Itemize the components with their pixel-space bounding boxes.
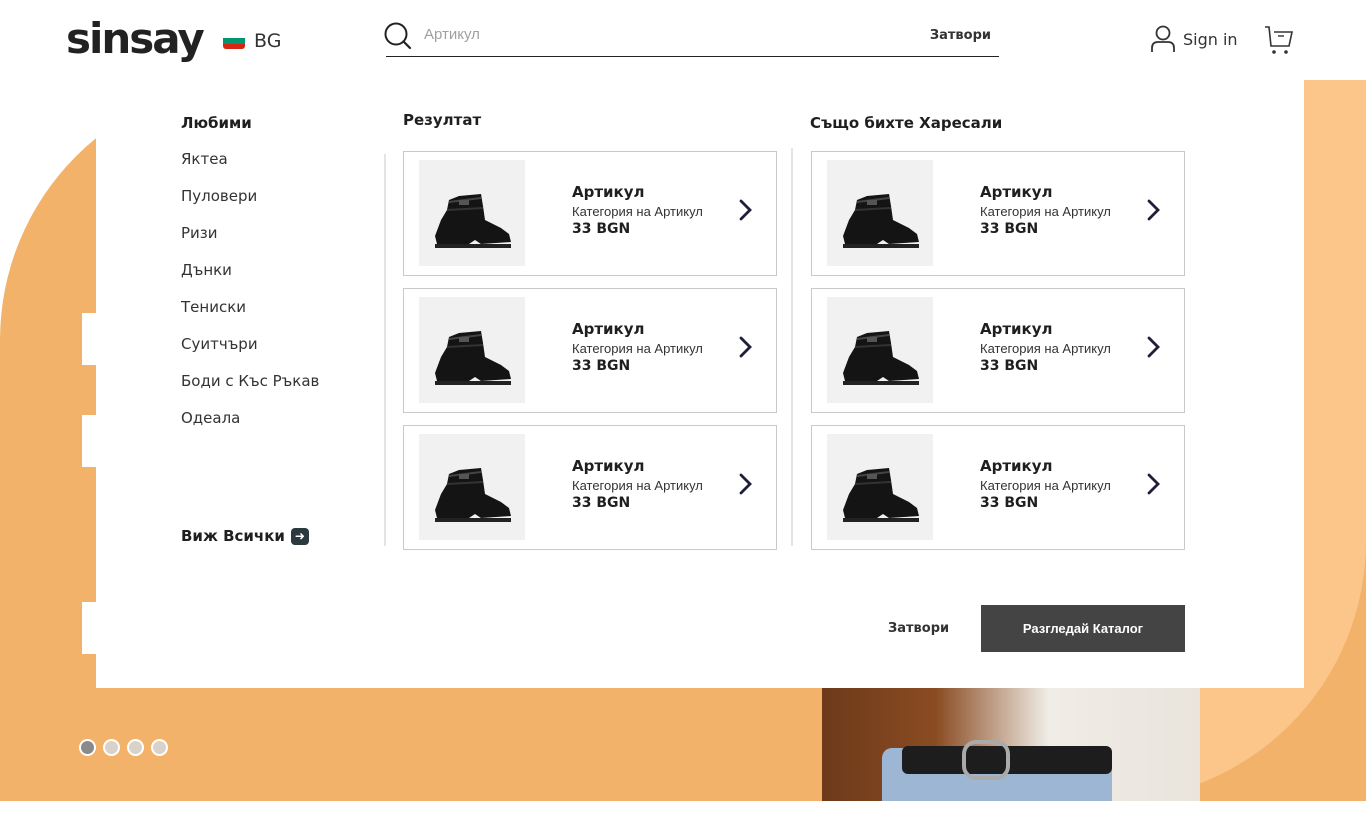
hero-button-slice xyxy=(82,415,96,467)
chevron-right-icon[interactable] xyxy=(1146,335,1162,363)
divider xyxy=(384,154,386,546)
product-name: Артикул xyxy=(980,457,1053,475)
hero-image xyxy=(822,688,1200,801)
page: sinsay BG Затвори Sign in xyxy=(0,0,1366,838)
favorites-item[interactable]: Ризи xyxy=(181,224,319,261)
product-card[interactable]: Артикул Категория на Артикул 33 BGN xyxy=(811,425,1185,550)
results-title: Резултат xyxy=(403,111,482,129)
product-category: Категория на Артикул xyxy=(980,341,1111,356)
favorites-item[interactable]: Пуловери xyxy=(181,187,319,224)
product-name: Артикул xyxy=(572,320,645,338)
product-category: Категория на Артикул xyxy=(572,341,703,356)
product-name: Артикул xyxy=(572,183,645,201)
product-image xyxy=(827,160,933,266)
favorites-item[interactable]: Тениски xyxy=(181,298,319,335)
product-card[interactable]: Артикул Категория на Артикул 33 BGN xyxy=(403,425,777,550)
product-category: Категория на Артикул xyxy=(572,204,703,219)
product-image xyxy=(827,434,933,540)
favorites-item[interactable]: Суитчъри xyxy=(181,335,319,372)
product-image xyxy=(419,434,525,540)
suggestions-title: Също бихте Харесали xyxy=(810,114,1003,132)
search-icon[interactable] xyxy=(384,22,414,52)
favorites-item[interactable]: Боди с Къс Ръкав xyxy=(181,372,319,409)
product-category: Категория на Артикул xyxy=(980,478,1111,493)
favorites-item[interactable]: Дънки xyxy=(181,261,319,298)
arrow-right-icon: ➜ xyxy=(290,527,309,545)
see-all-label: Виж Всички xyxy=(181,527,285,545)
chevron-right-icon[interactable] xyxy=(738,472,754,500)
product-card[interactable]: Артикул Категория на Артикул 33 BGN xyxy=(811,151,1185,276)
chevron-right-icon[interactable] xyxy=(738,198,754,226)
bulgarian-flag-icon[interactable] xyxy=(223,33,245,49)
product-price: 33 BGN xyxy=(572,495,631,511)
carousel-dot[interactable] xyxy=(103,739,120,756)
hero-button-slice xyxy=(82,602,96,654)
hero-button-slice xyxy=(82,313,96,365)
logo[interactable]: sinsay xyxy=(66,14,205,63)
product-name: Артикул xyxy=(572,457,645,475)
user-icon xyxy=(1151,25,1175,52)
carousel-dots xyxy=(79,739,168,756)
search-input[interactable] xyxy=(424,26,864,43)
sign-in-button[interactable]: Sign in xyxy=(1150,25,1238,53)
product-price: 33 BGN xyxy=(980,495,1039,511)
product-price: 33 BGN xyxy=(980,221,1039,237)
carousel-dot[interactable] xyxy=(151,739,168,756)
cart-icon[interactable] xyxy=(1264,24,1294,56)
product-price: 33 BGN xyxy=(572,358,631,374)
header: sinsay BG Затвори Sign in xyxy=(0,0,1366,80)
product-image xyxy=(827,297,933,403)
chevron-right-icon[interactable] xyxy=(1146,198,1162,226)
buckle-shape xyxy=(962,740,1010,780)
chevron-right-icon[interactable] xyxy=(738,335,754,363)
see-all-link[interactable]: Виж Всички ➜ xyxy=(181,527,309,545)
favorites-item[interactable]: Яктеа xyxy=(181,150,319,187)
favorites-title: Любими xyxy=(181,114,252,132)
product-image xyxy=(419,160,525,266)
product-card[interactable]: Артикул Категория на Артикул 33 BGN xyxy=(403,288,777,413)
sign-in-label: Sign in xyxy=(1183,29,1238,49)
product-price: 33 BGN xyxy=(572,221,631,237)
product-name: Артикул xyxy=(980,320,1053,338)
favorites-item[interactable]: Одеала xyxy=(181,409,319,446)
language-selector[interactable]: BG xyxy=(254,30,281,52)
favorites-list: Яктеа Пуловери Ризи Дънки Тениски Суитчъри Бод… xyxy=(181,150,319,446)
product-category: Категория на Артикул xyxy=(572,478,703,493)
carousel-dot[interactable] xyxy=(79,739,96,756)
close-button[interactable]: Затвори xyxy=(888,621,949,636)
product-card[interactable]: Артикул Категория на Артикул 33 BGN xyxy=(811,288,1185,413)
divider xyxy=(791,148,793,546)
product-category: Категория на Артикул xyxy=(980,204,1111,219)
product-name: Артикул xyxy=(980,183,1053,201)
chevron-right-icon[interactable] xyxy=(1146,472,1162,500)
carousel-dot[interactable] xyxy=(127,739,144,756)
search-bar: Затвори xyxy=(384,20,999,57)
product-image xyxy=(419,297,525,403)
browse-catalog-button[interactable]: Разгледай Каталог xyxy=(981,605,1185,652)
search-close-button[interactable]: Затвори xyxy=(930,28,991,43)
search-overlay: Любими Яктеа Пуловери Ризи Дънки Тениски Суит… xyxy=(96,80,1304,688)
product-card[interactable]: Артикул Категория на Артикул 33 BGN xyxy=(403,151,777,276)
product-price: 33 BGN xyxy=(980,358,1039,374)
